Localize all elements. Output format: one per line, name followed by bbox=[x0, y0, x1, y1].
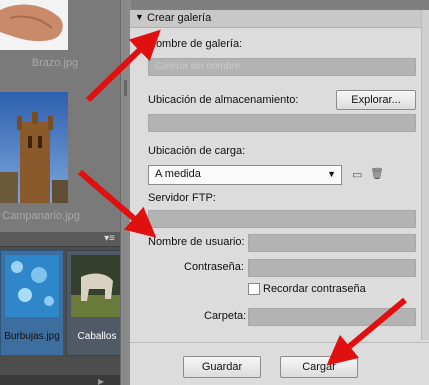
gallery-name-value: Galería sin nombre bbox=[155, 61, 241, 72]
thumbnail-caption: Brazo.jpg bbox=[31, 57, 79, 69]
save-button[interactable]: Guardar bbox=[183, 356, 261, 378]
thumbnail-image bbox=[0, 92, 68, 203]
content-browser: Brazo.jpg Campanario.jpg ▾≡ Burbujas.jpg… bbox=[0, 0, 120, 385]
password-label: Contraseña: bbox=[184, 261, 244, 273]
username-input[interactable] bbox=[248, 234, 416, 252]
trash-icon[interactable]: 🗑 bbox=[370, 167, 384, 180]
folder-input[interactable] bbox=[248, 308, 416, 326]
browse-button[interactable]: Explorar... bbox=[336, 90, 416, 110]
panel-scrollbar[interactable] bbox=[421, 10, 429, 340]
create-gallery-panel: ▼ Crear galería Nombre de galería: Galer… bbox=[130, 10, 429, 385]
thumbnail-caption: Campanario.jpg bbox=[2, 210, 80, 222]
remember-password-checkbox[interactable] bbox=[248, 283, 260, 295]
storage-location-label: Ubicación de almacenamiento: bbox=[148, 94, 299, 106]
splitter-grip[interactable] bbox=[124, 80, 127, 96]
gallery-name-input[interactable]: Galería sin nombre bbox=[148, 58, 416, 76]
storage-location-input[interactable] bbox=[148, 114, 416, 132]
thumbnail-campanario[interactable]: Campanario.jpg bbox=[0, 88, 110, 223]
upload-location-label: Ubicación de carga: bbox=[148, 145, 246, 157]
password-input[interactable] bbox=[248, 259, 416, 277]
filmstrip-toolbar: ▾≡ bbox=[0, 232, 120, 247]
chevron-down-icon: ▼ bbox=[327, 169, 336, 179]
filmstrip-panel: ▾≡ Burbujas.jpg Caballos ▶ bbox=[0, 232, 120, 385]
panel-menu-icon[interactable]: ▾≡ bbox=[104, 233, 115, 244]
collapse-triangle-icon[interactable]: ▼ bbox=[135, 12, 144, 22]
filmstrip-image bbox=[71, 255, 120, 317]
filmstrip-item-caballos[interactable]: Caballos bbox=[66, 250, 120, 356]
filmstrip-caption: Burbujas.jpg bbox=[4, 331, 60, 342]
ftp-server-input[interactable] bbox=[148, 210, 416, 228]
horizontal-scrollbar[interactable]: ▶ bbox=[0, 375, 120, 385]
thumbnail-brazo[interactable]: Brazo.jpg bbox=[0, 0, 110, 74]
new-preset-icon[interactable]: ▭ bbox=[352, 168, 362, 181]
footer-divider bbox=[130, 342, 429, 343]
gallery-name-label: Nombre de galería: bbox=[148, 38, 243, 50]
filmstrip-image bbox=[5, 255, 59, 317]
upload-button[interactable]: Cargar bbox=[280, 356, 358, 378]
folder-label: Carpeta: bbox=[204, 310, 247, 322]
section-header[interactable]: ▼ Crear galería bbox=[130, 10, 429, 28]
scroll-right-icon[interactable]: ▶ bbox=[98, 377, 104, 385]
username-label: Nombre de usuario: bbox=[148, 236, 245, 248]
filmstrip-item-burbujas[interactable]: Burbujas.jpg bbox=[0, 250, 64, 356]
upload-location-select[interactable]: A medida ▼ bbox=[148, 165, 342, 185]
section-title: Crear galería bbox=[147, 12, 212, 24]
remember-password-label: Recordar contraseña bbox=[263, 283, 366, 295]
thumbnail-image bbox=[0, 0, 68, 50]
ftp-server-label: Servidor FTP: bbox=[148, 192, 216, 204]
filmstrip-caption: Caballos bbox=[77, 331, 117, 342]
upload-location-value: A medida bbox=[155, 168, 201, 180]
